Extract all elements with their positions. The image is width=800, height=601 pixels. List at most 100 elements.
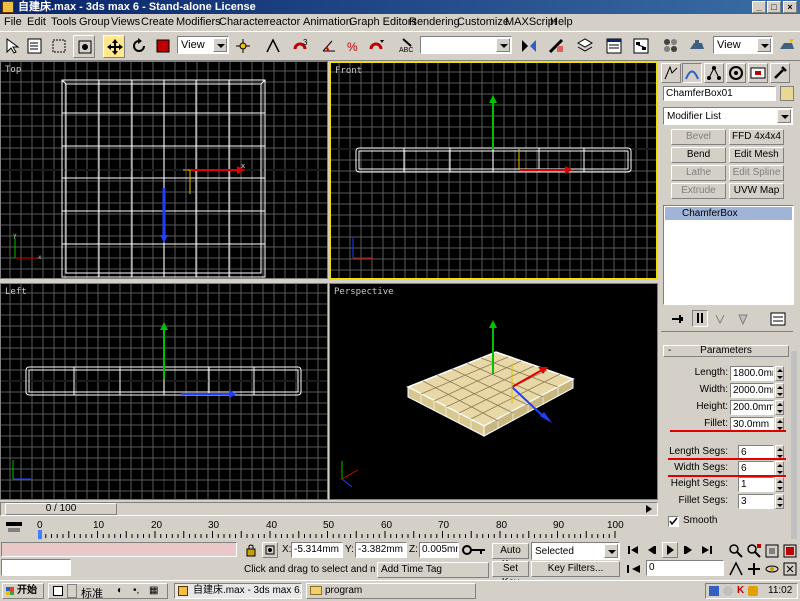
maxscript-listener-mini[interactable]	[1, 542, 237, 557]
x-coord-field[interactable]: -5.314mm	[291, 542, 343, 558]
transform-gizmo[interactable]	[160, 322, 237, 398]
minimize-button[interactable]: _	[752, 1, 766, 13]
modifier-ffd-button[interactable]: FFD 4x4x4	[729, 129, 784, 145]
select-manipulate-icon[interactable]	[262, 35, 284, 58]
create-tab-icon[interactable]	[661, 63, 681, 83]
select-move-icon[interactable]	[103, 35, 125, 58]
taskbar-item-3dsmax[interactable]: 自建床.max - 3ds max 6...	[174, 583, 302, 599]
time-slider[interactable]: 0 / 100	[0, 502, 658, 516]
menu-modifiers[interactable]: Modifiers	[176, 15, 221, 29]
volume-tray-icon[interactable]	[723, 586, 733, 596]
height-field[interactable]: 200.0mm	[730, 400, 774, 415]
key-set-dropdown[interactable]: Selected	[531, 542, 620, 560]
length-field[interactable]: 1800.0mm	[730, 366, 774, 381]
chamfer-box-mattress[interactable]	[406, 351, 575, 437]
ime-punctuation-icon[interactable]: •,	[133, 585, 139, 596]
fillet-segs-spinner[interactable]: Fillet Segs: 3	[664, 494, 784, 510]
width-spinner[interactable]: Width: 2000.0mm	[664, 383, 784, 399]
render-scene-icon[interactable]	[686, 35, 708, 58]
modifier-lathe-button[interactable]: Lathe	[671, 165, 726, 181]
modifier-edit-mesh-button[interactable]: Edit Mesh	[729, 147, 784, 163]
modifier-bend-button[interactable]: Bend	[671, 147, 726, 163]
spinner-arrows-icon[interactable]	[775, 461, 784, 476]
maxscript-input[interactable]	[1, 559, 71, 576]
viewport-label-left[interactable]: Left	[5, 287, 27, 297]
ime-toolbar[interactable]: 标准 ◐ •, ▦	[48, 583, 168, 600]
antivirus-tray-icon[interactable]: K	[737, 585, 744, 596]
named-selection-dropdown[interactable]	[420, 36, 512, 54]
align-icon[interactable]	[545, 35, 567, 58]
spinner-arrows-icon[interactable]	[775, 400, 784, 415]
menu-views[interactable]: Views	[111, 15, 140, 29]
key-filters-button[interactable]: Key Filters...	[531, 561, 620, 577]
hierarchy-tab-icon[interactable]	[704, 63, 724, 83]
modifier-list-dropdown[interactable]: Modifier List	[663, 107, 793, 125]
quick-render-icon[interactable]	[776, 35, 798, 58]
schematic-view-icon[interactable]	[630, 35, 652, 58]
lock-selection-icon[interactable]	[244, 543, 258, 557]
menu-create[interactable]: Create	[141, 15, 174, 29]
curve-editor-icon[interactable]	[603, 35, 625, 58]
spinner-arrows-icon[interactable]	[775, 494, 784, 509]
spinner-arrows-icon[interactable]	[775, 477, 784, 492]
z-coord-field[interactable]: 0.005mm	[419, 542, 459, 558]
next-frame-arrow-icon[interactable]	[644, 504, 654, 514]
panel-scrollbar[interactable]	[791, 351, 797, 539]
modifier-bevel-button[interactable]: Bevel	[671, 129, 726, 145]
show-end-result-icon[interactable]	[692, 310, 708, 327]
network-tray-icon[interactable]	[709, 586, 719, 596]
go-to-end-icon[interactable]	[700, 543, 714, 557]
set-key-button[interactable]: Set Key	[492, 561, 529, 588]
smooth-checkbox-row[interactable]: Smooth	[668, 515, 748, 529]
length-spinner[interactable]: Length: 1800.0mm	[664, 366, 784, 382]
spinner-arrows-icon[interactable]	[775, 366, 784, 381]
zoom-all-icon[interactable]	[746, 543, 762, 559]
edit-named-selection-icon[interactable]: ABC	[396, 35, 418, 58]
select-scale-icon[interactable]	[152, 35, 174, 58]
layer-manager-icon[interactable]	[574, 35, 596, 58]
viewport-top[interactable]: x x y Top	[0, 61, 328, 279]
pan-icon[interactable]	[746, 561, 762, 577]
select-by-name-icon[interactable]	[24, 35, 46, 58]
viewport-label-perspective[interactable]: Perspective	[334, 287, 394, 297]
modifier-uvw-map-button[interactable]: UVW Map	[729, 183, 784, 199]
modifier-stack[interactable]: ChamferBox	[663, 205, 794, 305]
close-button[interactable]: ×	[783, 1, 797, 13]
arc-rotate-icon[interactable]	[764, 561, 780, 577]
ime-fullwidth-icon[interactable]: ◐	[117, 585, 123, 596]
modifier-extrude-button[interactable]: Extrude	[671, 183, 726, 199]
width-segs-field[interactable]: 6	[738, 461, 774, 476]
select-link-icon[interactable]	[1, 35, 23, 58]
select-region-icon[interactable]	[48, 35, 70, 58]
viewport-label-front[interactable]: Front	[335, 66, 362, 76]
menu-customize[interactable]: Customize	[457, 15, 509, 29]
render-type-dropdown[interactable]: View	[713, 36, 773, 54]
modifier-edit-spline-button[interactable]: Edit Spline	[729, 165, 784, 181]
viewport-left[interactable]: Left	[0, 283, 328, 500]
angle-snap-icon[interactable]	[318, 35, 340, 58]
parameters-rollout-header[interactable]: - Parameters	[663, 345, 789, 357]
menu-help[interactable]: Help	[550, 15, 573, 29]
pin-stack-icon[interactable]	[670, 312, 684, 326]
object-name-field[interactable]: ChamferBox01	[663, 86, 776, 101]
mini-curve-editor-icon[interactable]	[0, 519, 30, 539]
field-of-view-icon[interactable]	[728, 561, 744, 577]
viewport-front[interactable]: Front	[329, 61, 658, 280]
material-editor-icon[interactable]	[660, 35, 682, 58]
taskbar-item-program[interactable]: program	[306, 583, 476, 599]
next-frame-icon[interactable]	[682, 543, 696, 557]
stack-item-chamferbox[interactable]: ChamferBox	[665, 207, 792, 220]
menu-rendering[interactable]: Rendering	[409, 15, 460, 29]
time-slider-thumb[interactable]: 0 / 100	[5, 503, 117, 515]
menu-graph-editors[interactable]: Graph Editors	[349, 15, 417, 29]
zoom-icon[interactable]	[728, 543, 744, 559]
menu-file[interactable]: File	[4, 15, 22, 29]
select-object-icon[interactable]	[73, 35, 95, 58]
maximize-button[interactable]: □	[767, 1, 781, 13]
object-color-swatch[interactable]	[780, 86, 794, 101]
display-tab-icon[interactable]	[748, 63, 768, 83]
spinner-snap-icon[interactable]	[366, 35, 388, 58]
utilities-tab-icon[interactable]	[770, 63, 790, 83]
maximize-viewport-icon[interactable]	[782, 561, 798, 577]
select-rotate-icon[interactable]	[128, 35, 150, 58]
